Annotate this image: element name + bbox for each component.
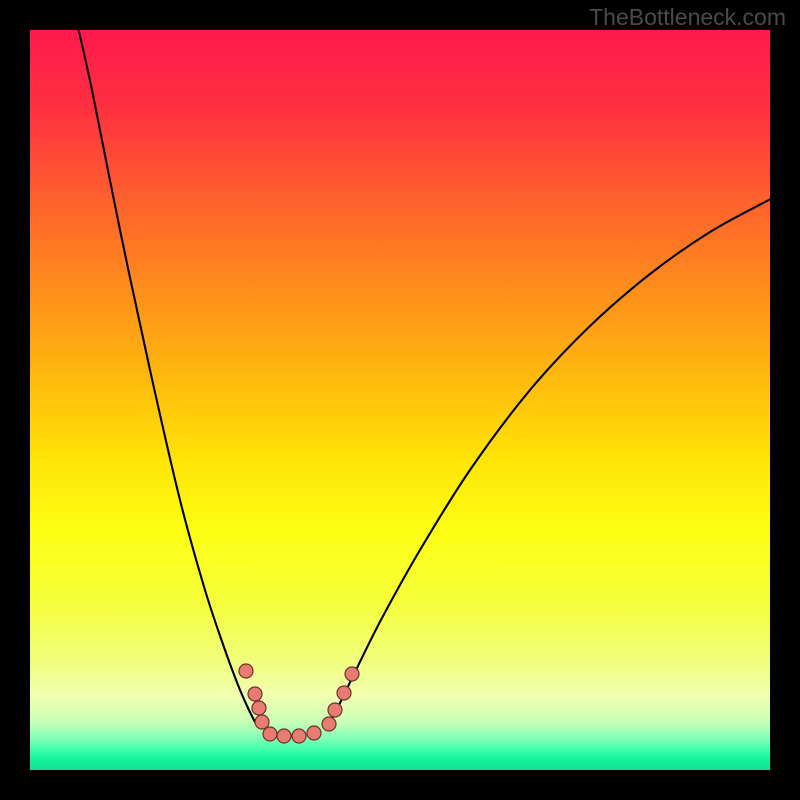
bottleneck-marker xyxy=(239,664,253,678)
curve-right-branch xyxy=(328,190,770,726)
watermark-text: TheBottleneck.com xyxy=(589,4,786,31)
bottleneck-marker xyxy=(263,727,277,741)
plot-area xyxy=(30,30,770,770)
v-curve xyxy=(30,30,770,770)
bottleneck-marker xyxy=(328,703,342,717)
curve-left-branch xyxy=(74,30,257,726)
bottleneck-marker xyxy=(307,726,321,740)
bottleneck-marker xyxy=(277,729,291,743)
bottleneck-marker xyxy=(248,687,262,701)
chart-frame: TheBottleneck.com xyxy=(0,0,800,800)
bottleneck-marker xyxy=(292,729,306,743)
bottleneck-marker xyxy=(345,667,359,681)
bottleneck-marker xyxy=(337,686,351,700)
bottleneck-marker xyxy=(252,701,266,715)
bottleneck-marker xyxy=(322,717,336,731)
bottleneck-marker xyxy=(255,715,269,729)
bottleneck-markers xyxy=(239,664,359,743)
